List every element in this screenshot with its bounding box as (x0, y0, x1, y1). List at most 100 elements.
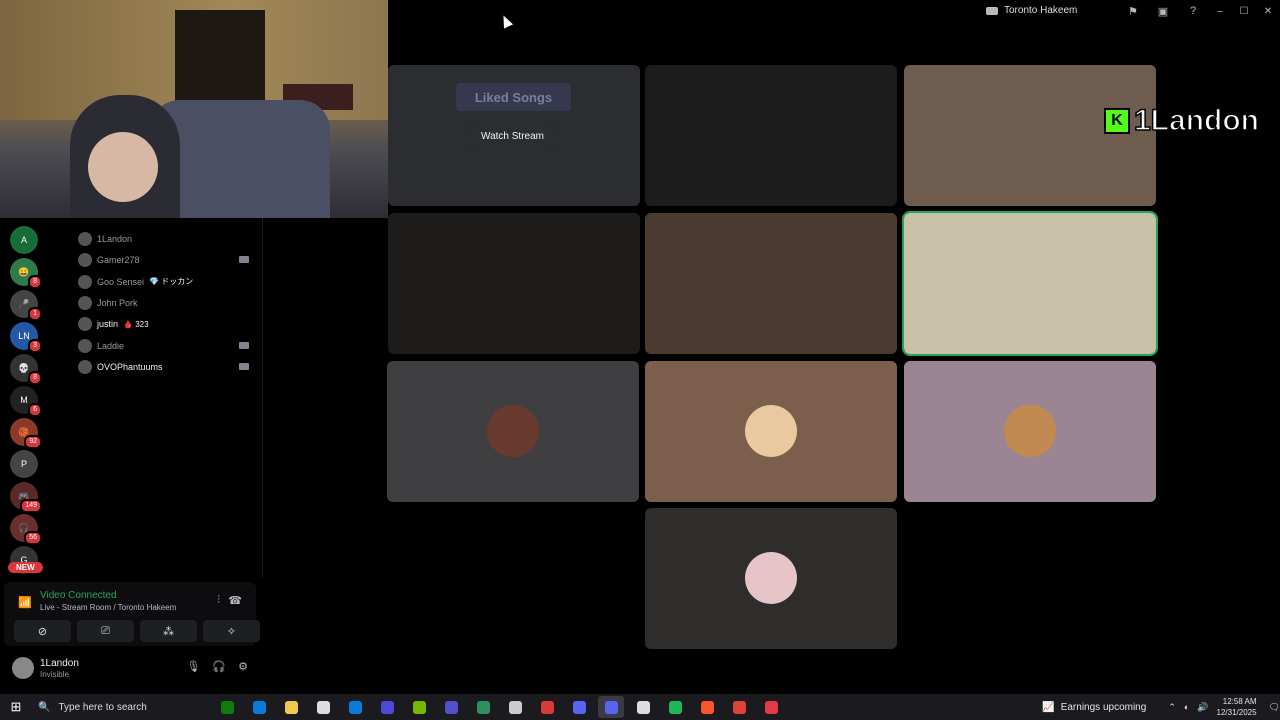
red-taskbar-icon[interactable] (534, 696, 560, 718)
camera-off-button[interactable]: ⊘ (14, 620, 71, 642)
windows-start-icon[interactable]: ⊞ (0, 694, 32, 720)
voice-location[interactable]: Live - Stream Room / Toronto Hakeem (40, 603, 176, 612)
server-icon[interactable]: 💀 8 (10, 354, 42, 385)
camera-icon (239, 341, 249, 349)
maximize-button[interactable]: ☐ (1232, 0, 1256, 22)
new-badge[interactable]: NEW (8, 562, 43, 573)
voice-member[interactable]: John Pork (78, 293, 138, 313)
member-name: Goo Sensei (97, 276, 145, 287)
explorer-taskbar-icon[interactable] (278, 696, 304, 718)
server-icon[interactable]: M6 (10, 386, 42, 417)
arrow-taskbar-icon[interactable] (374, 696, 400, 718)
chrome-like-taskbar-icon[interactable] (566, 696, 592, 718)
member-name: Gamer278 (97, 255, 140, 266)
voice-member[interactable]: justin 🩸 323 (78, 314, 149, 334)
participant-video-tile[interactable] (645, 213, 897, 354)
server-icon[interactable]: 🏀 92 (10, 418, 42, 449)
voice-member[interactable]: OVOPhantuums (78, 357, 163, 377)
voice-member[interactable]: 1Landon (78, 229, 132, 249)
mention-badge: 3 (28, 339, 42, 353)
avatar (78, 338, 92, 353)
avatar[interactable] (12, 657, 34, 679)
avatar (78, 317, 92, 332)
clock[interactable]: 12:58 AM 12/31/2025 (1217, 696, 1257, 718)
github-icon (636, 700, 650, 714)
server-icon[interactable]: 🎮 149 (10, 482, 42, 513)
inbox-icon[interactable]: ⚑ (1118, 0, 1148, 22)
notification-icon[interactable]: 🗨 (1269, 702, 1280, 713)
mention-badge: 56 (24, 531, 42, 545)
chrome-taskbar-icon[interactable] (726, 696, 752, 718)
headset-icon[interactable]: 🎧 (212, 660, 226, 673)
help-icon[interactable]: ? (1178, 0, 1208, 22)
server-icon[interactable]: LN 3 (10, 322, 42, 353)
settings-gear-icon[interactable]: ⚙ (238, 660, 248, 673)
avatar (78, 232, 92, 246)
taskbar-search[interactable]: 🔍 Type here to search (32, 694, 178, 720)
server-icon[interactable]: A (10, 226, 38, 254)
edge-taskbar-icon[interactable] (246, 696, 272, 718)
close-button[interactable]: ✕ (1256, 0, 1280, 22)
disconnect-icon[interactable]: ☎ (228, 594, 242, 607)
brave-icon (700, 700, 714, 714)
voice-member[interactable]: Laddie (78, 336, 124, 356)
github-taskbar-icon[interactable] (630, 696, 656, 718)
stock-icon: 📈 (1042, 701, 1055, 713)
webcam-overlay (0, 0, 388, 218)
discord-taskbar-icon[interactable] (598, 696, 624, 718)
search-icon: 🔍 (38, 701, 51, 713)
earnings-widget[interactable]: 📈 Earnings upcoming (1042, 702, 1146, 713)
avatar (745, 552, 797, 604)
mention-badge: 149 (20, 499, 42, 513)
participant-avatar-tile[interactable] (387, 361, 639, 502)
play-taskbar-icon[interactable] (438, 696, 464, 718)
settings-taskbar-icon[interactable] (310, 696, 336, 718)
minimize-button[interactable]: – (1208, 0, 1232, 22)
noise-suppression-icon[interactable]: ⫶ (217, 594, 220, 607)
store-taskbar-icon[interactable] (342, 696, 368, 718)
voice-member[interactable]: Gamer278 (78, 250, 140, 270)
server-icon[interactable]: 🎧 56 (10, 514, 42, 545)
server-icon[interactable]: 😀 8 (10, 258, 42, 289)
todo-taskbar-icon[interactable] (758, 696, 784, 718)
gear-icon (508, 700, 522, 714)
mention-badge: 6 (28, 403, 42, 417)
activities-button[interactable]: ⁂ (140, 620, 197, 642)
participant-avatar-tile[interactable] (645, 508, 897, 649)
tray-chevron-icon[interactable]: ⌃ (1168, 702, 1176, 713)
spotify-taskbar-icon[interactable] (662, 696, 688, 718)
voice-member[interactable]: Goo Sensei 💎 ドッカン (78, 272, 193, 292)
participant-video-tile[interactable] (902, 211, 1158, 356)
volume-icon[interactable]: 🔊 (1197, 702, 1208, 713)
user-panel: 1Landon Invisible 🎙 🎧 ⚙ (4, 650, 256, 688)
member-tag: 🩸 323 (123, 319, 149, 329)
signal-icon[interactable]: 📶 (18, 596, 32, 609)
participant-video-tile[interactable] (388, 213, 640, 354)
watch-stream-button[interactable]: Watch Stream (470, 125, 555, 148)
brave-taskbar-icon[interactable] (694, 696, 720, 718)
xbox-taskbar-icon[interactable] (214, 696, 240, 718)
voice-status[interactable]: Video Connected (40, 590, 117, 601)
participant-avatar-tile[interactable] (904, 361, 1156, 502)
avatar (78, 359, 92, 374)
voice-member-list: 1Landon Gamer278 Goo Sensei 💎 ドッカン John Pork… (48, 218, 263, 578)
xbox-icon (220, 700, 234, 714)
participant-video-tile[interactable] (645, 65, 897, 206)
todo-icon (764, 700, 778, 714)
gear-taskbar-icon[interactable] (502, 696, 528, 718)
pip-icon[interactable]: ▣ (1148, 0, 1178, 22)
calc-taskbar-icon[interactable] (470, 696, 496, 718)
user-name[interactable]: 1Landon (40, 658, 79, 669)
soundboard-button[interactable]: ✧ (203, 620, 260, 642)
chrome-icon (732, 700, 746, 714)
server-icon[interactable]: 🎤 1 (10, 290, 42, 321)
mention-badge: 8 (28, 371, 42, 385)
participant-avatar-tile[interactable] (645, 361, 897, 502)
wifi-icon[interactable]: ◐ (1184, 702, 1189, 712)
screen-share-button[interactable]: ⎚ (77, 620, 134, 642)
avatar (78, 295, 92, 310)
server-icon[interactable]: P (10, 450, 38, 478)
mic-icon[interactable]: 🎙 (186, 660, 200, 673)
stream-tile[interactable]: Liked Songs Watch Stream (388, 65, 640, 206)
nvidia-taskbar-icon[interactable] (406, 696, 432, 718)
